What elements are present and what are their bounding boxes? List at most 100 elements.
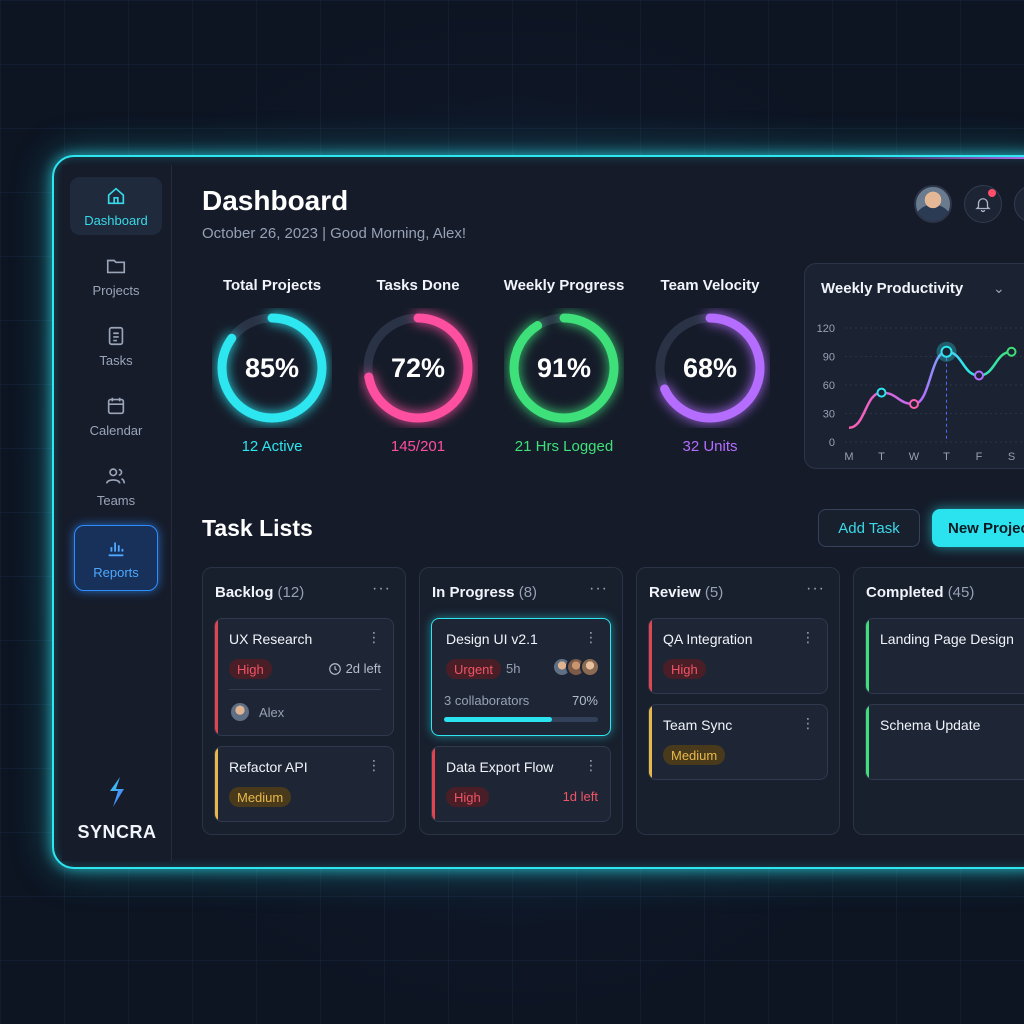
task-card[interactable]: Data Export Flow ⋮ High 1d left (431, 746, 611, 822)
metric-label: Team Velocity (660, 277, 760, 294)
sidebar: Dashboard Projects Tasks Calendar Teams … (62, 165, 172, 861)
chevron-down-icon[interactable]: ⌄ (993, 280, 1005, 297)
page-title: Dashboard (202, 185, 349, 216)
metric-card: Total Projects 85% 12 Active (202, 277, 342, 455)
metric-value: 91% (536, 352, 592, 383)
card-more-icon[interactable]: ⋮ (801, 629, 815, 646)
data-point[interactable] (974, 370, 984, 381)
due-meta: 2d left (328, 661, 381, 676)
tasks-icon (108, 326, 124, 345)
priority-tag: Urgent (446, 659, 502, 679)
productivity-title: Weekly Productivity (821, 280, 964, 297)
more-button[interactable] (1014, 185, 1024, 223)
productivity-card: Weekly Productivity ⌄ 0 30 60 90 120 M T W T F S (804, 263, 1024, 469)
sidebar-item-reports[interactable]: Reports (74, 525, 158, 591)
column-title: In Progress (8) (432, 584, 538, 601)
bar-chart-icon (108, 542, 124, 556)
metric-label: Total Projects (222, 277, 322, 294)
card-title: Landing Page Design (880, 631, 1014, 647)
priority-tag: Medium (663, 745, 726, 765)
card-more-icon[interactable]: ⋮ (367, 757, 381, 774)
metric-label: Tasks Done (376, 277, 460, 294)
x-tick-label: F (976, 451, 983, 463)
x-tick-label: W (909, 451, 920, 463)
metric-card: Weekly Progress 91% 21 Hrs Logged (494, 277, 634, 455)
column-more-icon[interactable]: ··· (806, 580, 825, 598)
y-tick-label: 30 (823, 409, 835, 421)
card-more-icon[interactable]: ⋮ (584, 757, 598, 774)
card-title: QA Integration (663, 631, 753, 647)
task-card[interactable]: UX Research ⋮ High 2d left Alex (214, 618, 394, 736)
productivity-chart: 0 30 60 90 120 M T W T F S (817, 323, 1024, 463)
time-estimate: 5h (506, 661, 521, 676)
folder-icon (106, 259, 126, 273)
progress-bar (444, 717, 598, 722)
data-point[interactable] (876, 387, 887, 398)
page-subtitle: October 26, 2023 | Good Morning, Alex! (202, 225, 467, 242)
priority-tag: High (229, 659, 272, 679)
card-title: Schema Update (880, 717, 981, 733)
user-avatar[interactable] (914, 185, 952, 223)
metric-sub: 32 Units (682, 438, 738, 455)
brand-name: SYNCRA (77, 822, 157, 842)
column-backlog: Backlog (12) ··· UX Research ⋮ High 2d l… (202, 567, 406, 835)
card-more-icon[interactable]: ⋮ (801, 715, 815, 732)
sidebar-item-tasks[interactable]: Tasks (70, 317, 162, 375)
metric-label: Weekly Progress (503, 277, 625, 294)
card-more-icon[interactable]: ⋮ (367, 629, 381, 646)
progress-fill (444, 717, 552, 722)
assignee: Alex (229, 701, 284, 723)
clock-icon (328, 662, 341, 675)
metric-sub: 145/201 (390, 438, 446, 455)
home-icon (107, 187, 125, 204)
y-tick-label: 90 (823, 352, 835, 364)
collaborator-avatars (552, 657, 600, 677)
due-meta: 1d left (562, 789, 598, 804)
notifications-button[interactable] (964, 185, 1002, 223)
sidebar-item-calendar[interactable]: Calendar (70, 387, 162, 445)
sidebar-item-projects[interactable]: Projects (70, 247, 162, 305)
y-tick-label: 60 (823, 380, 835, 392)
metric-value: 68% (682, 352, 738, 383)
bell-icon (975, 198, 991, 213)
x-tick-label: S (1008, 451, 1015, 463)
task-card[interactable]: Refactor API ⋮ Medium (214, 746, 394, 822)
progress-ring: 85% (212, 308, 332, 428)
card-title: Design UI v2.1 (446, 631, 538, 647)
task-card-selected[interactable]: Design UI v2.1 ⋮ Urgent 5h 3 collaborato… (431, 618, 611, 736)
users-icon (106, 467, 126, 484)
card-more-icon[interactable]: ⋮ (584, 629, 598, 646)
add-task-button[interactable]: Add Task (818, 509, 920, 547)
sidebar-item-teams[interactable]: Teams (70, 457, 162, 515)
data-point[interactable] (909, 399, 919, 409)
sidebar-item-label: Tasks (99, 352, 133, 368)
app-window: Dashboard Projects Tasks Calendar Teams … (52, 155, 1024, 869)
task-card[interactable]: Team Sync ⋮ Medium (648, 704, 828, 780)
avatar (229, 701, 251, 723)
card-title: Refactor API (229, 759, 308, 775)
card-title: UX Research (229, 631, 313, 647)
data-point[interactable] (1006, 346, 1017, 357)
card-title: Data Export Flow (446, 759, 554, 775)
progress-ring: 91% (504, 308, 624, 428)
divider (229, 689, 381, 690)
y-tick-label: 120 (817, 323, 835, 335)
column-title: Review (5) (649, 584, 724, 601)
sidebar-item-label: Reports (93, 564, 139, 580)
new-project-button[interactable]: New Project (932, 509, 1024, 547)
task-card[interactable]: QA Integration ⋮ High (648, 618, 828, 694)
priority-tag: High (663, 659, 706, 679)
notification-dot (988, 189, 996, 197)
column-completed: Completed (45) Landing Page Design Schem… (853, 567, 1024, 835)
metric-sub: 21 Hrs Logged (514, 438, 614, 455)
progress-ring: 72% (358, 308, 478, 428)
task-card[interactable]: Landing Page Design (865, 618, 1024, 694)
sidebar-item-dashboard[interactable]: Dashboard (70, 177, 162, 235)
task-card[interactable]: Schema Update (865, 704, 1024, 780)
column-more-icon[interactable]: ··· (372, 580, 391, 598)
sidebar-item-label: Calendar (89, 422, 143, 438)
progress-percent: 70% (571, 693, 598, 708)
data-point[interactable] (940, 345, 953, 358)
column-more-icon[interactable]: ··· (589, 580, 608, 598)
priority-tag: High (446, 787, 489, 807)
